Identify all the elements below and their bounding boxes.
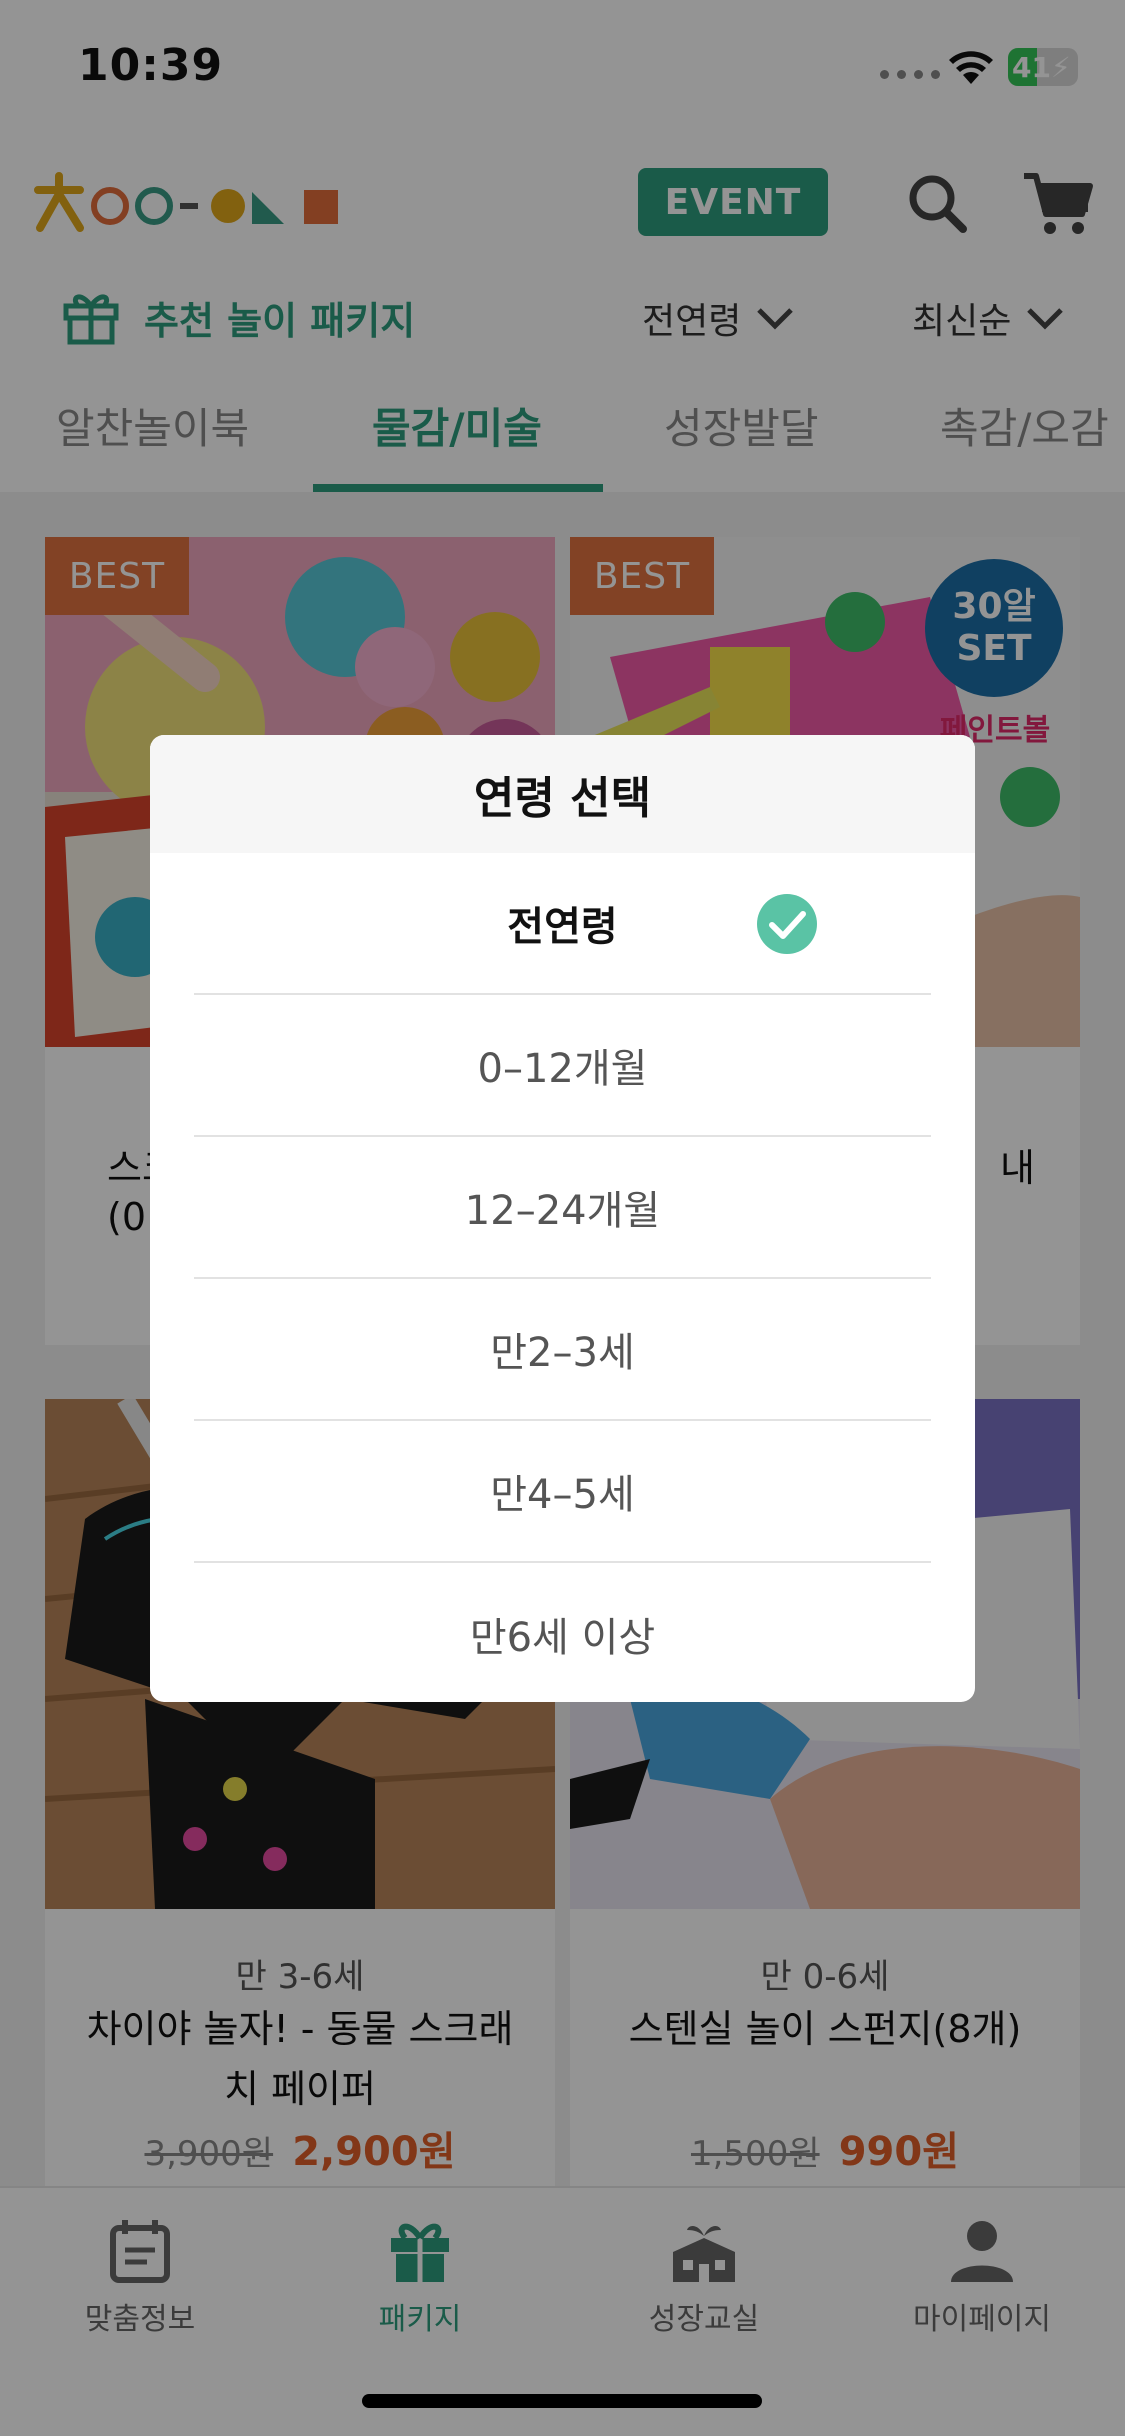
age-option-12-24-months[interactable]: 12–24개월 [194, 1137, 931, 1279]
age-option-0-12-months[interactable]: 0–12개월 [194, 995, 931, 1137]
age-option-label: 만6세 이상 [469, 1615, 656, 1661]
age-select-modal: 연령 선택 전연령 0–12개월 12–24개월 만2–3세 만4–5세 만6세… [150, 735, 975, 1702]
home-indicator[interactable] [362, 2394, 762, 2408]
age-option-label: 0–12개월 [477, 1046, 648, 1092]
check-circle-icon [757, 894, 817, 954]
age-option-label: 12–24개월 [464, 1188, 661, 1234]
age-option-2-3-years[interactable]: 만2–3세 [194, 1279, 931, 1421]
modal-title: 연령 선택 [150, 735, 975, 853]
age-option-label: 만2–3세 [490, 1330, 635, 1376]
age-option-4-5-years[interactable]: 만4–5세 [194, 1421, 931, 1563]
age-option-6-plus[interactable]: 만6세 이상 [194, 1563, 931, 1702]
age-option-label: 만4–5세 [490, 1472, 635, 1518]
age-option-label: 전연령 [507, 904, 618, 950]
age-option-all[interactable]: 전연령 [194, 853, 931, 995]
